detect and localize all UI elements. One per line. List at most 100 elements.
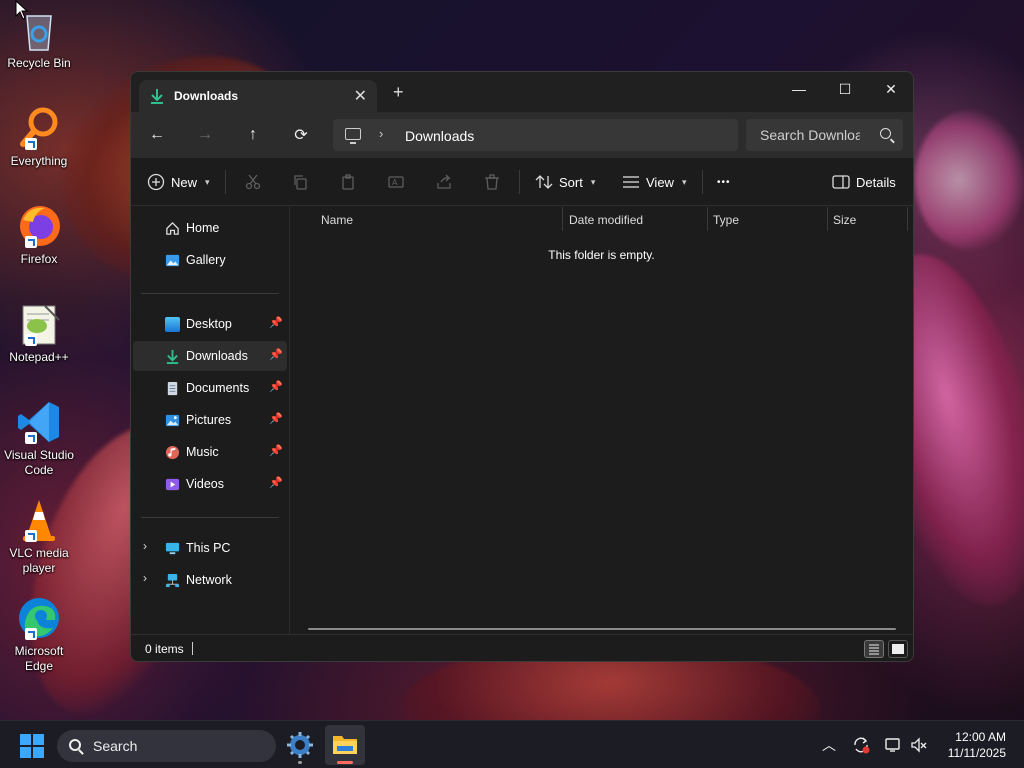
expand-chevron-icon[interactable]: ›	[143, 539, 147, 553]
pin-icon[interactable]: 📌	[269, 412, 283, 425]
sidebar-item-pictures[interactable]: Pictures 📌	[133, 405, 287, 435]
volume-tray-icon[interactable]	[909, 735, 929, 755]
clipboard-icon	[342, 174, 354, 190]
desktop-icon-vscode[interactable]: Visual Studio Code	[2, 398, 76, 478]
large-icons-view-button[interactable]	[888, 640, 908, 658]
share-button[interactable]	[436, 170, 452, 194]
chevron-right-icon[interactable]: ›	[379, 126, 383, 141]
taskbar-app-file-explorer[interactable]	[325, 725, 365, 765]
file-list-view[interactable]: Name Date modified Type Size This folder…	[290, 207, 913, 636]
details-view-button[interactable]	[864, 640, 884, 658]
edge-icon	[15, 594, 63, 642]
desktop-icon-everything[interactable]: Everything	[2, 104, 76, 169]
sidebar-item-network[interactable]: › Network	[133, 565, 287, 595]
sidebar-item-documents[interactable]: Documents 📌	[133, 373, 287, 403]
minimize-button[interactable]: —	[776, 76, 822, 102]
back-button[interactable]: ←	[145, 123, 169, 147]
breadcrumb-downloads[interactable]: Downloads	[405, 128, 474, 144]
sync-status-icon[interactable]	[851, 735, 871, 755]
search-icon	[69, 739, 81, 751]
horizontal-scrollbar[interactable]	[308, 628, 896, 630]
more-options-button[interactable]: •••	[717, 170, 731, 194]
new-button[interactable]: New ▾	[147, 170, 210, 194]
desktop-icon-label: Everything	[10, 154, 68, 168]
back-arrow-icon: ←	[149, 126, 165, 143]
details-pane-button[interactable]: Details	[832, 170, 896, 194]
pin-icon[interactable]: 📌	[269, 316, 283, 329]
network-tray-icon[interactable]	[883, 735, 903, 755]
forward-button[interactable]: →	[193, 123, 217, 147]
sync-icon	[854, 737, 870, 754]
close-button[interactable]: ✕	[868, 76, 913, 102]
paste-button[interactable]	[340, 170, 356, 194]
column-header-name[interactable]: Name	[321, 213, 353, 227]
status-separator	[192, 642, 193, 655]
desktop-icon-notepadpp[interactable]: Notepad++	[2, 300, 76, 365]
sidebar-item-downloads[interactable]: Downloads 📌	[133, 341, 287, 371]
toolbar-divider	[225, 170, 226, 194]
address-bar[interactable]: › Downloads	[333, 119, 738, 151]
plus-circle-icon	[147, 173, 165, 191]
pin-icon[interactable]: 📌	[269, 380, 283, 393]
column-header-date-modified[interactable]: Date modified	[569, 213, 643, 227]
desktop-icon-firefox[interactable]: Firefox	[2, 202, 76, 267]
sidebar-item-label: Music	[186, 445, 219, 459]
vlc-cone-icon	[15, 496, 63, 544]
column-header-type[interactable]: Type	[713, 213, 739, 227]
system-clock[interactable]: 12:00 AM 11/11/2025	[948, 729, 1006, 761]
this-pc-icon[interactable]	[345, 128, 361, 144]
start-button[interactable]	[20, 734, 44, 758]
rename-button[interactable]: A	[388, 170, 404, 194]
desktop-icon-label: Notepad++	[9, 350, 69, 364]
desktop-icon-vlc[interactable]: VLC media player	[2, 496, 76, 576]
scissors-icon	[245, 174, 261, 190]
taskbar-search[interactable]: Search	[57, 730, 276, 762]
active-app-indicator	[337, 761, 353, 764]
search-box[interactable]: Search Downloads	[746, 119, 903, 151]
sidebar-item-home[interactable]: Home	[133, 213, 287, 243]
sidebar-item-desktop[interactable]: Desktop 📌	[133, 309, 287, 339]
volume-muted-icon	[911, 737, 927, 753]
view-button[interactable]: View ▾	[622, 170, 686, 194]
taskbar-search-label: Search	[93, 738, 138, 754]
navigation-bar: ← → ↑ ⟳ › Downloads Search Downloads	[131, 112, 913, 158]
sidebar-item-this-pc[interactable]: › This PC	[133, 533, 287, 563]
sidebar-item-gallery[interactable]: Gallery	[133, 245, 287, 275]
column-divider[interactable]	[827, 207, 828, 231]
refresh-button[interactable]: ⟳	[289, 123, 313, 147]
shortcut-arrow-icon	[25, 236, 37, 248]
chevron-down-icon: ▾	[681, 176, 687, 187]
pin-icon[interactable]: 📌	[269, 444, 283, 457]
sidebar-item-music[interactable]: Music 📌	[133, 437, 287, 467]
show-hidden-icons-button[interactable]: ︿	[819, 735, 839, 755]
search-input[interactable]: Search Downloads	[760, 127, 860, 143]
up-button[interactable]: ↑	[241, 123, 265, 147]
column-divider[interactable]	[707, 207, 708, 231]
desktop-icon-label: Microsoft Edge	[14, 644, 64, 673]
title-bar[interactable]: Downloads ✕ + — ☐ ✕	[131, 72, 913, 112]
taskbar-app-settings[interactable]	[280, 725, 320, 765]
desktop-icon-label: Visual Studio Code	[4, 448, 74, 477]
desktop-icon-recycle-bin[interactable]: Recycle Bin	[2, 6, 76, 71]
copy-button[interactable]	[292, 170, 308, 194]
maximize-button[interactable]: ☐	[822, 76, 868, 102]
sidebar-item-videos[interactable]: Videos 📌	[133, 469, 287, 499]
new-tab-button[interactable]: +	[393, 82, 404, 103]
column-header-size[interactable]: Size	[833, 213, 856, 227]
sidebar-divider	[141, 293, 279, 294]
column-divider[interactable]	[907, 207, 908, 231]
sort-icon	[535, 175, 553, 189]
sort-button[interactable]: Sort ▾	[535, 170, 595, 194]
pin-icon[interactable]: 📌	[269, 476, 283, 489]
delete-button[interactable]	[484, 170, 500, 194]
tab-downloads[interactable]: Downloads ✕	[139, 80, 377, 112]
details-view-icon	[869, 644, 879, 655]
tab-close-icon[interactable]: ✕	[354, 86, 367, 106]
column-divider[interactable]	[562, 207, 563, 231]
expand-chevron-icon[interactable]: ›	[143, 571, 147, 585]
desktop-icon-edge[interactable]: Microsoft Edge	[2, 594, 76, 674]
cut-button[interactable]	[245, 170, 261, 194]
pin-icon[interactable]: 📌	[269, 348, 283, 361]
refresh-icon: ⟳	[294, 127, 308, 144]
desktop-icon-label: Firefox	[20, 252, 58, 266]
